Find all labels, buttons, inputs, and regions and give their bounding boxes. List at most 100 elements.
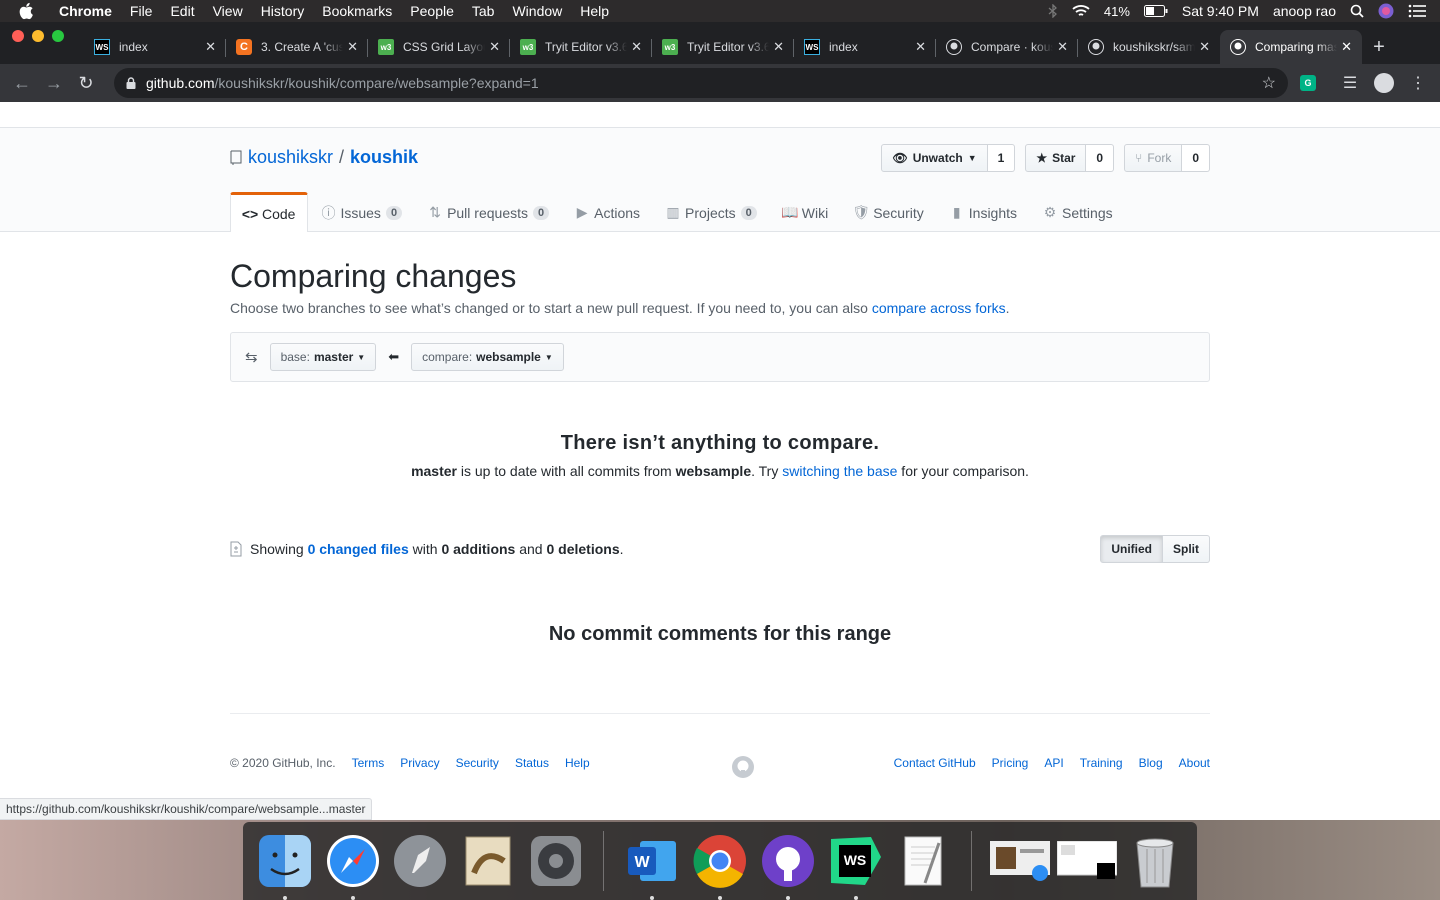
fork-button[interactable]: ⑂ Fork: [1124, 144, 1183, 172]
close-tab-icon[interactable]: ✕: [915, 39, 926, 55]
safari-icon[interactable]: [322, 830, 384, 900]
menu-file[interactable]: File: [121, 0, 162, 22]
reload-icon[interactable]: ↻: [70, 67, 102, 99]
close-tab-icon[interactable]: ✕: [1057, 39, 1068, 55]
watch-count[interactable]: 1: [987, 144, 1016, 172]
tab-insights[interactable]: ▮ Insights: [937, 192, 1030, 232]
user-name[interactable]: anoop rao: [1273, 3, 1336, 19]
tab-actions[interactable]: ▶ Actions: [562, 192, 653, 232]
tab-settings[interactable]: ⚙ Settings: [1030, 192, 1126, 232]
system-preferences-icon[interactable]: [525, 830, 587, 892]
browser-tab[interactable]: WS index ✕: [84, 30, 226, 64]
footer-link-blog[interactable]: Blog: [1139, 756, 1163, 770]
menu-history[interactable]: History: [252, 0, 314, 22]
mail-icon[interactable]: [457, 830, 519, 892]
chrome-icon[interactable]: [689, 830, 751, 900]
browser-tab[interactable]: koushikskr/sample ✕: [1078, 30, 1220, 64]
github-mark-icon[interactable]: [731, 755, 755, 779]
footer-link-contact[interactable]: Contact GitHub: [894, 756, 976, 770]
tab-wiki[interactable]: 📖 Wiki: [770, 192, 841, 232]
new-tab-button[interactable]: +: [1362, 30, 1396, 64]
compare-branch-select[interactable]: compare: websample ▼: [411, 343, 564, 371]
github-desktop-icon[interactable]: [757, 830, 819, 900]
tab-pull-requests[interactable]: ⇅ Pull requests 0: [415, 192, 562, 232]
menu-help[interactable]: Help: [571, 0, 618, 22]
star-count[interactable]: 0: [1086, 144, 1115, 172]
close-tab-icon[interactable]: ✕: [1341, 39, 1352, 55]
window-thumbnail-1[interactable]: [989, 830, 1051, 892]
back-arrow-icon[interactable]: ←: [6, 67, 38, 99]
bluetooth-icon[interactable]: [1048, 4, 1058, 18]
tab-issues[interactable]: ⓘ Issues 0: [308, 192, 415, 232]
clock[interactable]: Sat 9:40 PM: [1182, 3, 1259, 19]
close-tab-icon[interactable]: ✕: [773, 39, 784, 55]
close-tab-icon[interactable]: ✕: [347, 39, 358, 55]
forward-arrow-icon[interactable]: →: [38, 67, 70, 99]
footer-link-training[interactable]: Training: [1080, 756, 1123, 770]
more-menu-icon[interactable]: ⋮: [1404, 69, 1432, 97]
lock-icon[interactable]: [126, 77, 136, 89]
switching-base-link[interactable]: switching the base: [782, 463, 897, 479]
tab-code[interactable]: <> Code: [230, 192, 309, 232]
star-button[interactable]: ★ Star: [1025, 144, 1087, 172]
browser-tab[interactable]: C 3. Create A 'cust ✕: [226, 30, 368, 64]
window-thumbnail-2[interactable]: [1057, 830, 1119, 892]
menu-app-name[interactable]: Chrome: [50, 0, 121, 22]
extension-icon[interactable]: G: [1294, 69, 1322, 97]
apple-icon[interactable]: [18, 2, 36, 20]
bookmark-star-icon[interactable]: ☆: [1262, 73, 1276, 93]
webstorm-icon[interactable]: WS: [825, 830, 887, 900]
finder-icon[interactable]: [254, 830, 316, 900]
close-tab-icon[interactable]: ✕: [489, 39, 500, 55]
profile-avatar[interactable]: [1370, 69, 1398, 97]
footer-link-pricing[interactable]: Pricing: [992, 756, 1029, 770]
textedit-icon[interactable]: [892, 830, 954, 892]
menu-people[interactable]: People: [401, 0, 463, 22]
close-window-button[interactable]: [12, 30, 24, 42]
base-branch-select[interactable]: base: master ▼: [269, 343, 377, 371]
browser-tab-active[interactable]: Comparing master ✕: [1220, 30, 1362, 64]
close-tab-icon[interactable]: ✕: [205, 39, 216, 55]
repo-owner-link[interactable]: koushikskr: [248, 147, 333, 168]
menu-bookmarks[interactable]: Bookmarks: [313, 0, 401, 22]
battery-icon[interactable]: [1143, 5, 1168, 17]
footer-link-about[interactable]: About: [1179, 756, 1210, 770]
battery-percent[interactable]: 41%: [1104, 4, 1130, 19]
footer-link-terms[interactable]: Terms: [352, 756, 385, 770]
word-icon[interactable]: W: [621, 830, 683, 900]
wifi-icon[interactable]: [1072, 4, 1090, 18]
siri-icon[interactable]: [1378, 3, 1394, 19]
minimize-window-button[interactable]: [32, 30, 44, 42]
menu-tab[interactable]: Tab: [463, 0, 504, 22]
menu-window[interactable]: Window: [503, 0, 571, 22]
trash-icon[interactable]: [1124, 830, 1186, 892]
close-tab-icon[interactable]: ✕: [631, 39, 642, 55]
compare-across-forks-link[interactable]: compare across forks: [872, 300, 1006, 316]
footer-link-security[interactable]: Security: [456, 756, 499, 770]
browser-tab[interactable]: Compare · koushik ✕: [936, 30, 1078, 64]
close-tab-icon[interactable]: ✕: [1199, 39, 1210, 55]
menu-edit[interactable]: Edit: [161, 0, 203, 22]
menu-view[interactable]: View: [204, 0, 252, 22]
tab-projects[interactable]: ▥ Projects 0: [653, 192, 770, 232]
browser-tab[interactable]: WS index ✕: [794, 30, 936, 64]
changed-files-link[interactable]: 0 changed files: [308, 541, 409, 557]
notification-center-icon[interactable]: [1408, 4, 1426, 18]
media-control-icon[interactable]: ☰: [1336, 69, 1364, 97]
unwatch-button[interactable]: 👁 Unwatch ▼: [881, 144, 988, 172]
browser-tab[interactable]: w3 Tryit Editor v3.6 ✕: [510, 30, 652, 64]
tab-security[interactable]: 🛡 Security: [841, 192, 937, 232]
zoom-window-button[interactable]: [52, 30, 64, 42]
fork-count[interactable]: 0: [1182, 144, 1210, 172]
footer-link-api[interactable]: API: [1044, 756, 1063, 770]
footer-link-privacy[interactable]: Privacy: [400, 756, 439, 770]
repo-name-link[interactable]: koushik: [350, 147, 418, 168]
address-bar[interactable]: github.com /koushikskr/koushik/compare/w…: [114, 68, 1288, 98]
browser-tab[interactable]: w3 Tryit Editor v3.6 ✕: [652, 30, 794, 64]
browser-tab[interactable]: w3 CSS Grid Layout ✕: [368, 30, 510, 64]
launchpad-icon[interactable]: [389, 830, 451, 892]
spotlight-search-icon[interactable]: [1350, 4, 1364, 18]
split-button[interactable]: Split: [1163, 535, 1210, 563]
footer-link-status[interactable]: Status: [515, 756, 549, 770]
footer-link-help[interactable]: Help: [565, 756, 590, 770]
